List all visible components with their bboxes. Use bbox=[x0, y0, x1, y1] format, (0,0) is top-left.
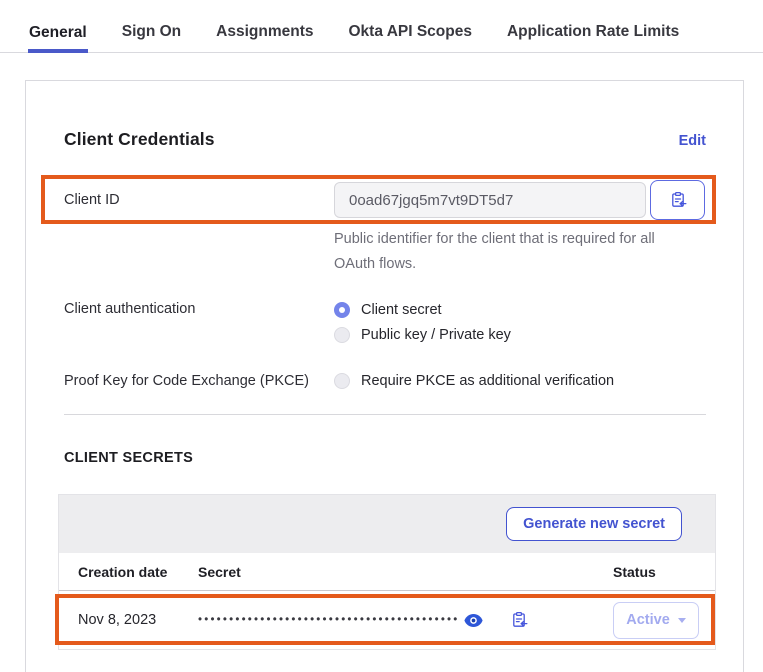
client-authentication-label: Client authentication bbox=[64, 297, 334, 347]
section-title: Client Credentials bbox=[64, 129, 215, 150]
table-header-row: Creation date Secret Status bbox=[59, 553, 715, 591]
chevron-down-icon bbox=[678, 618, 686, 623]
pkce-option-label: Require PKCE as additional verification bbox=[361, 373, 614, 389]
client-credentials-card: Client Credentials Edit Client ID 0oad67… bbox=[25, 80, 744, 672]
client-id-help-line1: Public identifier for the client that is… bbox=[334, 227, 706, 252]
client-id-label: Client ID bbox=[64, 192, 334, 208]
copy-secret-button[interactable] bbox=[510, 611, 528, 629]
client-authentication-options: Client secret Public key / Private key bbox=[334, 297, 511, 347]
status-label: Active bbox=[626, 612, 670, 628]
clipboard-copy-icon bbox=[669, 191, 687, 209]
radio-option-label: Client secret bbox=[361, 302, 442, 318]
client-id-help: Public identifier for the client that is… bbox=[334, 227, 706, 277]
table-toolbar: Generate new secret bbox=[59, 495, 715, 553]
tab-okta-api-scopes[interactable]: Okta API Scopes bbox=[348, 23, 473, 52]
table-row: Nov 8, 2023 ••••••••••••••••••••••••••••… bbox=[59, 591, 715, 649]
client-authentication-row: Client authentication Client secret Publ… bbox=[64, 297, 706, 347]
clipboard-copy-icon bbox=[510, 611, 528, 629]
client-secrets-title: CLIENT SECRETS bbox=[64, 450, 706, 466]
pkce-label: Proof Key for Code Exchange (PKCE) bbox=[64, 373, 334, 389]
masked-secret-value: ••••••••••••••••••••••••••••••••••••••••… bbox=[198, 614, 460, 626]
tab-sign-on[interactable]: Sign On bbox=[121, 23, 182, 52]
radio-option-client-secret[interactable]: Client secret bbox=[334, 297, 511, 322]
client-id-help-line2: OAuth flows. bbox=[334, 252, 706, 277]
pkce-row: Proof Key for Code Exchange (PKCE) Requi… bbox=[64, 368, 706, 393]
column-header-secret: Secret bbox=[198, 564, 613, 580]
checkbox-unchecked-icon[interactable] bbox=[334, 373, 350, 389]
status-dropdown[interactable]: Active bbox=[613, 602, 699, 639]
edit-link[interactable]: Edit bbox=[679, 133, 706, 149]
client-id-controls: 0oad67jgq5m7vt9DT5d7 bbox=[334, 180, 705, 220]
tab-application-rate-limits[interactable]: Application Rate Limits bbox=[506, 23, 680, 52]
secret-cell: ••••••••••••••••••••••••••••••••••••••••… bbox=[198, 611, 613, 629]
radio-option-public-private-key[interactable]: Public key / Private key bbox=[334, 322, 511, 347]
copy-client-id-button[interactable] bbox=[650, 180, 705, 220]
client-id-value-field[interactable]: 0oad67jgq5m7vt9DT5d7 bbox=[334, 182, 646, 218]
checkbox-require-pkce[interactable]: Require PKCE as additional verification bbox=[334, 368, 614, 393]
page: General Sign On Assignments Okta API Sco… bbox=[0, 0, 763, 672]
tab-general[interactable]: General bbox=[28, 24, 88, 53]
divider bbox=[64, 414, 706, 415]
column-header-status: Status bbox=[613, 564, 715, 580]
radio-unselected-icon[interactable] bbox=[334, 327, 350, 343]
generate-new-secret-button[interactable]: Generate new secret bbox=[506, 507, 682, 541]
card-header: Client Credentials Edit bbox=[64, 81, 706, 150]
radio-option-label: Public key / Private key bbox=[361, 327, 511, 343]
reveal-secret-button[interactable] bbox=[464, 614, 483, 627]
eye-icon bbox=[464, 614, 483, 627]
status-cell: Active bbox=[613, 602, 715, 639]
column-header-creation-date: Creation date bbox=[59, 564, 198, 580]
client-secrets-table: Generate new secret Creation date Secret… bbox=[58, 494, 716, 650]
creation-date-cell: Nov 8, 2023 bbox=[59, 612, 198, 628]
radio-selected-icon[interactable] bbox=[334, 302, 350, 318]
client-id-row: Client ID 0oad67jgq5m7vt9DT5d7 bbox=[64, 180, 706, 220]
tab-assignments[interactable]: Assignments bbox=[215, 23, 314, 52]
tab-bar: General Sign On Assignments Okta API Sco… bbox=[0, 0, 763, 53]
